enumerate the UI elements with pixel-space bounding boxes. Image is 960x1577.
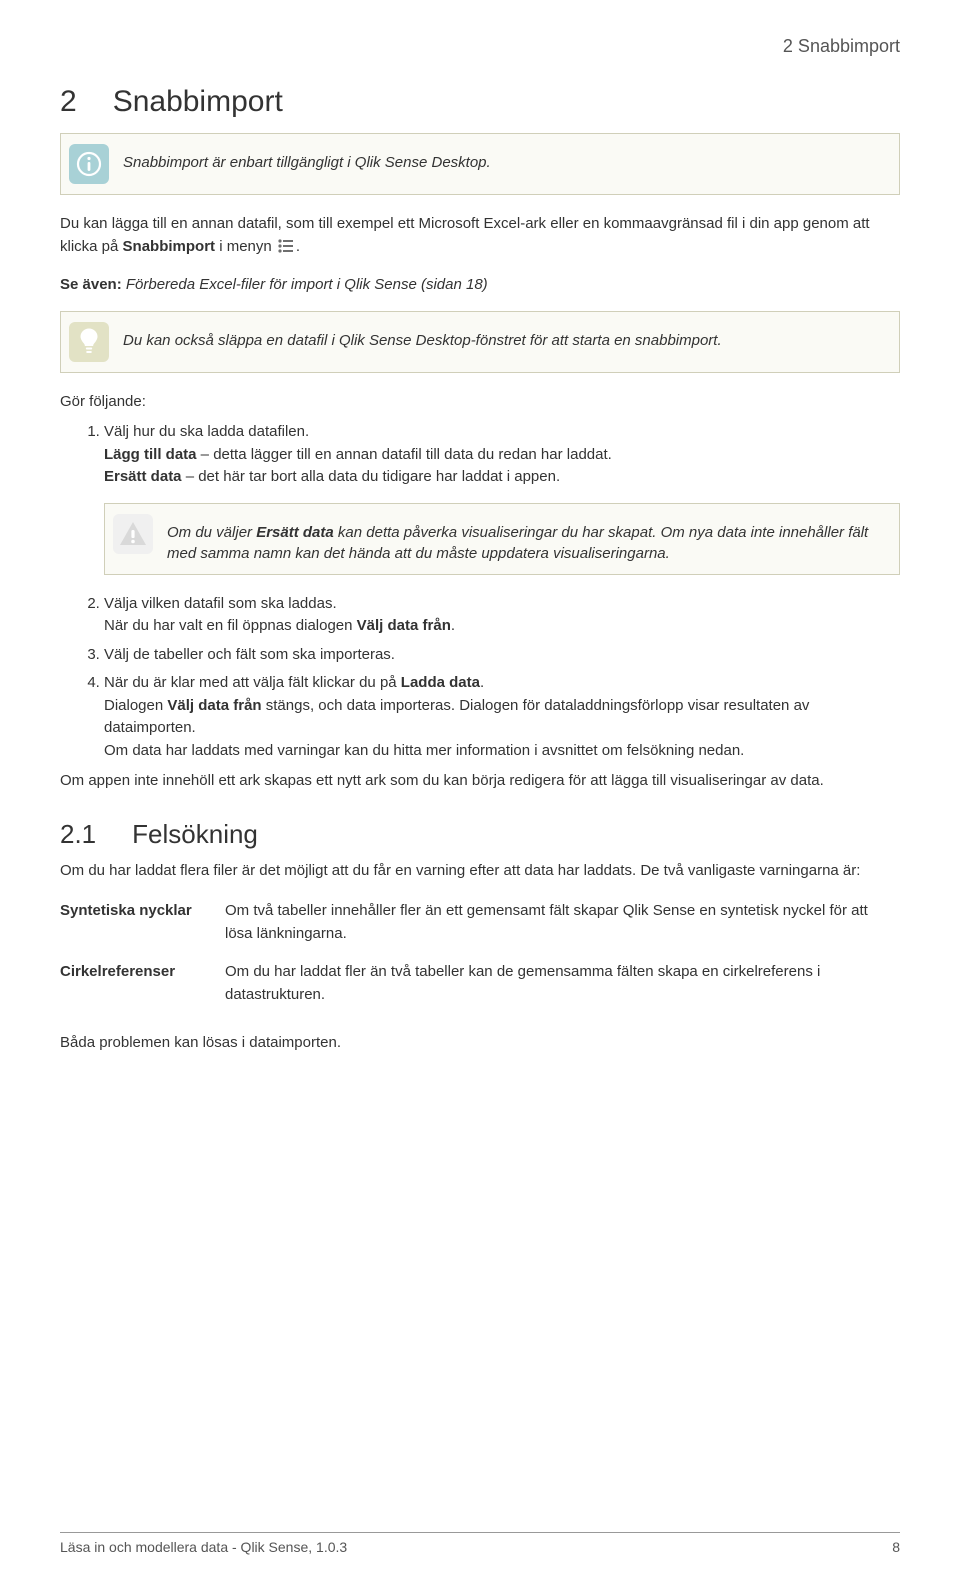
- intro-paragraph: Du kan lägga till en annan datafil, som …: [60, 213, 900, 260]
- tip-callout: Du kan också släppa en datafil i Qlik Se…: [60, 311, 900, 373]
- definition-description: Om du har laddat fler än två tabeller ka…: [225, 953, 900, 1014]
- page-footer: Läsa in och modellera data - Qlik Sense,…: [60, 1532, 900, 1555]
- section-number: 2.1: [60, 819, 96, 850]
- warning-callout-text: Om du väljer Ersätt data kan detta påver…: [167, 514, 885, 564]
- see-also: Se även: Förbereda Excel-filer för impor…: [60, 274, 900, 297]
- see-also-link[interactable]: Förbereda Excel-filer för import i Qlik …: [122, 276, 488, 293]
- list-menu-icon: [278, 238, 294, 261]
- section-title: Felsökning: [132, 819, 258, 849]
- footer-page-number: 8: [892, 1539, 900, 1555]
- footer-rule: [60, 1532, 900, 1533]
- tip-callout-text: Du kan också släppa en datafil i Qlik Se…: [123, 322, 722, 351]
- list-item: När du är klar med att välja fält klicka…: [104, 672, 900, 762]
- see-also-label: Se även:: [60, 276, 122, 293]
- definition-table: Syntetiska nycklar Om två tabeller inneh…: [60, 892, 900, 1014]
- info-callout-text: Snabbimport är enbart tillgängligt i Qli…: [123, 144, 491, 173]
- section-closing: Båda problemen kan lösas i dataimporten.: [60, 1032, 900, 1055]
- list-item: Välja vilken datafil som ska laddas. När…: [104, 593, 900, 638]
- info-callout: Snabbimport är enbart tillgängligt i Qli…: [60, 133, 900, 195]
- lightbulb-icon: [69, 322, 109, 362]
- list-item: Välj de tabeller och fält som ska import…: [104, 644, 900, 667]
- warning-callout: Om du väljer Ersätt data kan detta påver…: [104, 503, 900, 575]
- steps-list: Välj hur du ska ladda datafilen. Lägg ti…: [60, 421, 900, 762]
- chapter-heading: 2 Snabbimport: [60, 85, 900, 119]
- definition-term: Syntetiska nycklar: [60, 892, 225, 953]
- section-intro: Om du har laddat flera filer är det möjl…: [60, 860, 900, 883]
- menu-label-snabbimport: Snabbimport: [123, 238, 216, 255]
- definition-term: Cirkelreferenser: [60, 953, 225, 1014]
- table-row: Cirkelreferenser Om du har laddat fler ä…: [60, 953, 900, 1014]
- outro-paragraph: Om appen inte innehöll ett ark skapas et…: [60, 770, 900, 793]
- footer-doc-title: Läsa in och modellera data - Qlik Sense,…: [60, 1539, 347, 1555]
- running-header: 2 Snabbimport: [60, 36, 900, 57]
- definition-description: Om två tabeller innehåller fler än ett g…: [225, 892, 900, 953]
- table-row: Syntetiska nycklar Om två tabeller inneh…: [60, 892, 900, 953]
- chapter-number: 2: [60, 85, 77, 119]
- chapter-title: Snabbimport: [113, 85, 283, 118]
- info-icon: [69, 144, 109, 184]
- list-item: Välj hur du ska ladda datafilen. Lägg ti…: [104, 421, 900, 575]
- document-page: 2 Snabbimport 2 Snabbimport Snabbimport ä…: [0, 0, 960, 1577]
- section-heading: 2.1 Felsökning: [60, 819, 900, 850]
- warning-icon: [113, 514, 153, 554]
- steps-intro: Gör följande:: [60, 391, 900, 414]
